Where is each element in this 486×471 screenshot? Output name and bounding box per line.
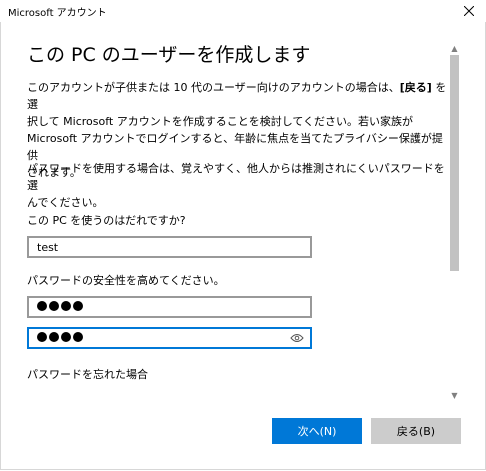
info-text: このアカウントが子供または 10 代のユーザー向けのアカウントの場合は、 (27, 81, 400, 94)
info-text: Microsoft アカウントでログインすると、年齢に焦点を当てたプライバシー保… (27, 132, 443, 162)
password-advice: パスワードを使用する場合は、覚えやすく、他人からは推測されにくいパスワードを選 … (27, 160, 452, 211)
username-value: test (37, 240, 59, 254)
forgot-password-label: パスワードを忘れた場合 (27, 368, 148, 381)
advice-text: んでください。 (27, 196, 104, 209)
vertical-scrollbar[interactable]: ▲ ▼ (448, 42, 461, 402)
title-bar: Microsoft アカウント (0, 0, 486, 22)
info-text: 択して Microsoft アカウントを作成することを検討してください。若い家族… (27, 115, 414, 128)
scroll-up-icon[interactable]: ▲ (448, 42, 461, 55)
close-icon[interactable] (452, 0, 486, 22)
password-label: パスワードの安全性を高めてください。 (27, 274, 225, 287)
confirm-password-mask (37, 331, 85, 346)
username-label: この PC を使うのはだれですか? (27, 214, 186, 227)
page-title: この PC のユーザーを作成します (27, 44, 311, 66)
scroll-down-icon[interactable]: ▼ (448, 389, 461, 402)
window-title: Microsoft アカウント (8, 8, 107, 19)
password-input[interactable] (27, 296, 312, 318)
reveal-password-icon[interactable] (290, 333, 304, 343)
next-button[interactable]: 次へ(N) (272, 418, 362, 444)
confirm-password-input[interactable] (27, 327, 312, 349)
back-reference: [戻る] (399, 81, 432, 94)
password-mask (37, 300, 85, 315)
scroll-thumb[interactable] (450, 55, 459, 271)
back-button[interactable]: 戻る(B) (371, 418, 461, 444)
advice-text: パスワードを使用する場合は、覚えやすく、他人からは推測されにくいパスワードを選 (27, 162, 445, 192)
username-input[interactable]: test (27, 236, 312, 258)
